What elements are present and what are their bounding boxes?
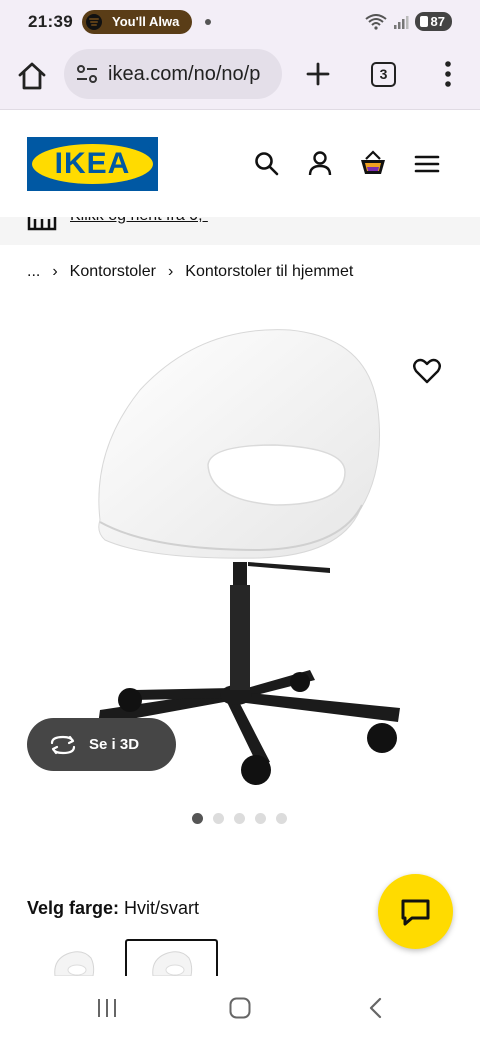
spotify-icon — [86, 14, 102, 30]
carousel-dot[interactable] — [255, 813, 266, 824]
more-options-icon[interactable] — [436, 58, 460, 90]
store-icon — [27, 217, 57, 231]
media-title: You'll Alwa — [112, 14, 180, 29]
color-swatch-white-black[interactable] — [125, 939, 218, 976]
chevron-right-icon: › — [52, 263, 58, 280]
breadcrumb-ellipsis[interactable]: ... — [27, 263, 40, 281]
promo-banner[interactable]: Klikk og hent fra 0,- — [0, 217, 480, 245]
system-nav-bar — [0, 976, 480, 1040]
carousel-dot[interactable] — [213, 813, 224, 824]
browser-toolbar: ikea.com/no/no/p 3 — [0, 44, 480, 110]
chat-button[interactable] — [378, 874, 453, 949]
breadcrumb-item-kontorstoler-hjemmet[interactable]: Kontorstoler til hjemmet — [185, 263, 353, 281]
url-text: ikea.com/no/no/p — [108, 62, 261, 85]
chat-icon — [401, 899, 430, 926]
menu-icon[interactable] — [412, 149, 442, 179]
view-in-3d-button[interactable]: Se i 3D — [27, 718, 176, 771]
home-icon[interactable] — [14, 58, 50, 94]
signal-icon — [393, 15, 409, 29]
back-nav-icon[interactable] — [364, 996, 388, 1020]
breadcrumb-item-kontorstoler[interactable]: Kontorstoler — [70, 263, 156, 281]
shopping-bag-icon[interactable] — [358, 149, 388, 179]
tab-switcher-button[interactable]: 3 — [371, 62, 396, 87]
notification-dot-icon — [205, 19, 211, 25]
color-label: Velg farge: — [27, 898, 120, 918]
color-value: Hvit/svart — [124, 898, 200, 918]
search-icon[interactable] — [252, 149, 282, 179]
carousel-dot[interactable] — [276, 813, 287, 824]
image-carousel-indicator — [192, 813, 287, 824]
status-time: 21:39 — [28, 12, 73, 31]
color-selection-label: Velg farge: Hvit/svart — [27, 898, 199, 919]
promo-link[interactable]: Klikk og hent fra 0,- — [70, 217, 208, 225]
site-settings-icon[interactable] — [76, 64, 98, 84]
status-icons: 87 — [364, 12, 452, 31]
battery-indicator: 87 — [414, 12, 452, 31]
swatch-thumbnail — [54, 951, 95, 976]
status-bar: 21:39 You'll Alwa 87 — [0, 0, 480, 44]
ikea-logo[interactable]: IKEA ® — [27, 137, 158, 191]
recent-apps-icon[interactable] — [95, 996, 119, 1020]
site-header: IKEA ® — [0, 111, 480, 217]
profile-icon[interactable] — [305, 149, 335, 179]
logo-text: IKEA — [54, 147, 131, 180]
carousel-dot[interactable] — [234, 813, 245, 824]
view-in-3d-label: Se i 3D — [89, 736, 140, 753]
chevron-right-icon: › — [167, 263, 174, 280]
wifi-icon — [364, 13, 387, 30]
rotate-3d-icon — [50, 735, 76, 754]
new-tab-icon[interactable] — [300, 56, 336, 92]
address-bar[interactable]: ikea.com/no/no/p — [64, 49, 282, 99]
heart-icon[interactable] — [413, 358, 441, 384]
carousel-dot[interactable] — [192, 813, 203, 824]
breadcrumb: ... › Kontorstoler › Kontorstoler til hj… — [27, 263, 353, 281]
color-swatch-white[interactable] — [27, 940, 119, 976]
home-nav-icon[interactable] — [228, 996, 252, 1020]
swatch-thumbnail — [152, 951, 193, 976]
